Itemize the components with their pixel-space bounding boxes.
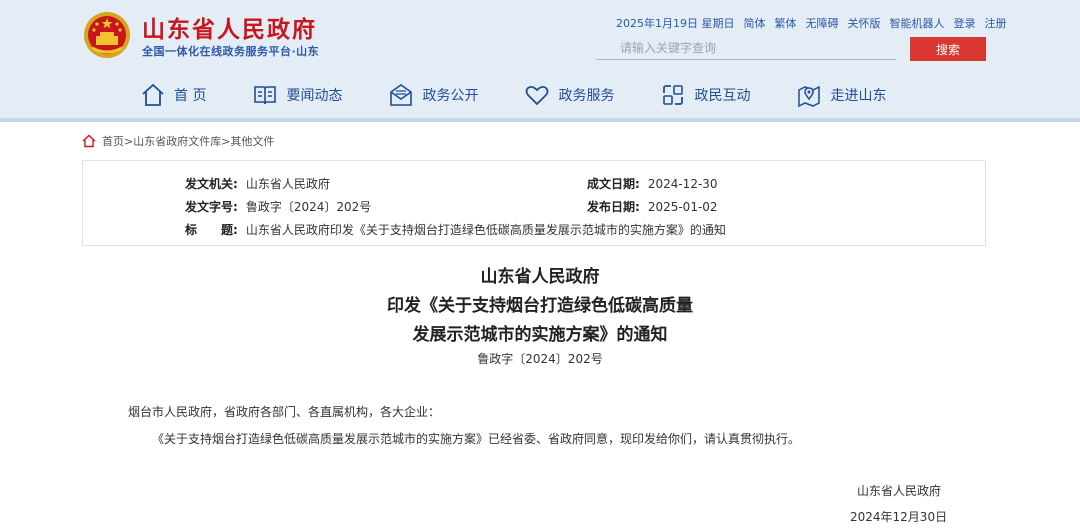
national-emblem-icon[interactable] xyxy=(82,10,132,60)
breadcrumb: 首页>山东省政府文件库>其他文件 xyxy=(82,133,274,149)
meta-issuer-value: 山东省人民政府 xyxy=(245,177,330,191)
nav-shandong[interactable]: 走进山东 xyxy=(796,80,886,110)
document-title-line-1: 山东省人民政府 xyxy=(480,267,600,287)
document-number: 鲁政字〔2024〕202号 xyxy=(477,352,603,366)
nav-shandong-label: 走进山东 xyxy=(830,88,887,104)
meta-title-value: 山东省人民政府印发《关于支持烟台打造绿色低碳高质量发展示范城市的实施方案》的通知 xyxy=(245,223,726,237)
main-nav: 首 页 要闻动态 政务公开 政务服务 政民互动 走进山东 xyxy=(140,80,886,110)
meta-doc-no-value: 鲁政字〔2024〕202号 xyxy=(245,200,372,214)
login-link[interactable]: 登录 xyxy=(954,15,976,31)
heart-icon xyxy=(526,85,549,106)
meta-created: 成文日期: 2024-12-30 xyxy=(587,175,718,192)
nav-home[interactable]: 首 页 xyxy=(140,80,206,110)
link-traditional[interactable]: 繁体 xyxy=(775,15,797,31)
meta-published-value: 2025-01-02 xyxy=(647,200,718,214)
document-title-line-2: 印发《关于支持烟台打造绿色低碳高质量 xyxy=(387,296,693,316)
search-input[interactable] xyxy=(596,36,896,60)
current-date: 2025年1月19日 星期日 xyxy=(616,17,735,30)
news-icon xyxy=(254,86,277,105)
home-icon xyxy=(142,83,164,106)
document-metadata: 发文机关: 山东省人民政府 成文日期: 2024-12-30 发文字号: 鲁政字〔20… xyxy=(82,160,986,246)
site-title[interactable]: 山东省人民政府 xyxy=(142,10,317,44)
nav-gov-service[interactable]: 政务服务 xyxy=(524,80,614,110)
nav-home-label: 首 页 xyxy=(174,88,207,104)
link-simplified[interactable]: 简体 xyxy=(744,15,766,31)
interaction-icon xyxy=(663,85,684,105)
meta-title: 标 题: 山东省人民政府印发《关于支持烟台打造绿色低碳高质量发展示范城市的实施方案… xyxy=(185,221,726,238)
home-icon[interactable] xyxy=(82,134,96,148)
meta-title-label: 标 题: xyxy=(185,223,238,237)
header-divider xyxy=(0,118,1080,122)
meta-created-label: 成文日期: xyxy=(587,177,640,191)
utility-links: 2025年1月19日 星期日 简体 繁体 无障碍 关怀版 智能机器人 登录 注册 xyxy=(616,15,1007,31)
site-subtitle: 全国一体化在线政务服务平台·山东 xyxy=(142,45,320,58)
search-button[interactable]: 搜索 xyxy=(910,37,986,61)
nav-gov-open[interactable]: 政务公开 xyxy=(388,80,478,110)
document-date: 2024年12月30日 xyxy=(850,510,948,524)
link-accessibility[interactable]: 无障碍 xyxy=(806,15,839,31)
meta-doc-no-label: 发文字号: xyxy=(185,200,238,214)
nav-interaction-label: 政民互动 xyxy=(694,88,751,104)
location-icon xyxy=(798,85,821,108)
meta-issuer-label: 发文机关: xyxy=(185,177,238,191)
nav-gov-open-label: 政务公开 xyxy=(422,88,479,104)
mail-icon xyxy=(390,84,413,106)
nav-news-label: 要闻动态 xyxy=(286,88,343,104)
register-link[interactable]: 注册 xyxy=(985,15,1007,31)
document-paragraph: 《关于支持烟台打造绿色低碳高质量发展示范城市的实施方案》已经省委、省政府同意，现… xyxy=(152,432,801,446)
document-salutation: 烟台市人民政府，省政府各部门、各直属机构，各大企业： xyxy=(128,405,441,419)
nav-gov-service-label: 政务服务 xyxy=(558,88,615,104)
meta-published: 发布日期: 2025-01-02 xyxy=(587,198,718,215)
link-robot[interactable]: 智能机器人 xyxy=(890,15,945,31)
meta-created-value: 2024-12-30 xyxy=(647,177,718,191)
nav-news[interactable]: 要闻动态 xyxy=(252,80,342,110)
meta-published-label: 发布日期: xyxy=(587,200,640,214)
document-title-line-3: 发展示范城市的实施方案》的通知 xyxy=(412,325,668,345)
meta-issuer: 发文机关: 山东省人民政府 xyxy=(185,175,330,192)
breadcrumb-text[interactable]: 首页>山东省政府文件库>其他文件 xyxy=(102,133,274,149)
link-care-mode[interactable]: 关怀版 xyxy=(848,15,881,31)
meta-doc-no: 发文字号: 鲁政字〔2024〕202号 xyxy=(185,198,371,215)
document-signature: 山东省人民政府 xyxy=(857,484,942,498)
nav-interaction[interactable]: 政民互动 xyxy=(660,80,750,110)
